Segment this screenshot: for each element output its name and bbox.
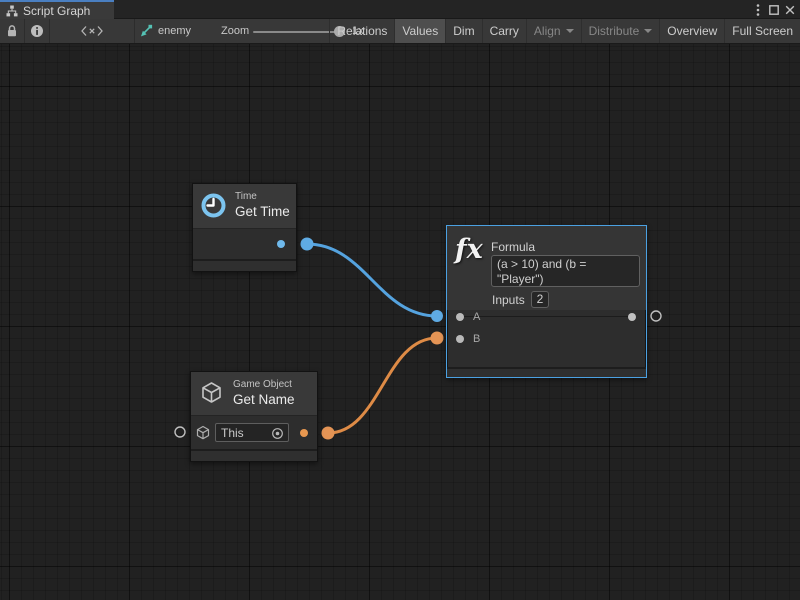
get-time-title: Get Time	[235, 204, 290, 219]
cube-icon	[198, 380, 225, 407]
tab-label: Script Graph	[23, 4, 90, 18]
get-time-output-port[interactable]	[277, 240, 285, 248]
maximize-button[interactable]	[766, 0, 782, 19]
graph-canvas[interactable]: Time Get Time fx Formula (a > 10) and (b…	[0, 44, 800, 600]
get-name-header[interactable]: Game Object Get Name	[191, 372, 317, 416]
formula-port-b-label: B	[473, 333, 480, 345]
lock-icon	[6, 24, 18, 38]
info-icon	[30, 24, 44, 38]
game-object-port-icon[interactable]	[195, 425, 211, 441]
chevron-down-icon	[566, 29, 574, 33]
get-name-title: Get Name	[233, 392, 295, 407]
fullscreen-button-label: Full Screen	[732, 24, 793, 38]
fx-icon: fx	[455, 234, 483, 265]
formula-port-b-dot[interactable]	[456, 335, 464, 343]
connection-start-dot-blue[interactable]	[301, 238, 314, 251]
values-button[interactable]: Values	[394, 19, 445, 43]
formula-relation-line	[460, 316, 633, 317]
formula-expression-field[interactable]: (a > 10) and (b = "Player")	[491, 255, 640, 287]
relations-button-label: Relations	[337, 24, 387, 38]
connections-layer	[0, 44, 800, 600]
dim-button-label: Dim	[453, 24, 474, 38]
formula-inputs-count-field[interactable]: 2	[531, 291, 549, 308]
graph-toolbar: enemy Zoom 1x Relations Values Dim Carry…	[0, 19, 800, 44]
node-formula[interactable]: fx Formula (a > 10) and (b = "Player") I…	[446, 225, 647, 378]
node-get-time[interactable]: Time Get Time	[192, 183, 297, 272]
formula-footer	[447, 367, 646, 377]
align-dropdown-button[interactable]: Align	[526, 19, 581, 43]
target-object-field[interactable]: This	[215, 423, 289, 442]
carry-button[interactable]: Carry	[482, 19, 526, 43]
window-menu-button[interactable]	[750, 0, 766, 19]
code-icon	[80, 25, 104, 37]
target-object-value: This	[221, 425, 244, 441]
kebab-icon	[756, 3, 760, 17]
get-name-footer	[191, 449, 317, 461]
overview-button-label: Overview	[667, 24, 717, 38]
tab-script-graph[interactable]: Script Graph	[0, 0, 114, 19]
zoom-label: Zoom	[221, 25, 249, 37]
graph-name-label: enemy	[158, 25, 191, 37]
get-time-footer	[193, 259, 296, 271]
maximize-icon	[768, 4, 780, 16]
get-name-target-external-port[interactable]	[175, 427, 185, 437]
distribute-button-label: Distribute	[589, 24, 640, 38]
graph-hierarchy-icon	[6, 5, 18, 17]
connection-start-dot-orange[interactable]	[322, 427, 335, 440]
get-time-category: Time	[235, 191, 257, 202]
lock-button[interactable]	[0, 19, 24, 43]
object-picker-icon[interactable]	[271, 427, 284, 440]
formula-port-a-dot[interactable]	[456, 313, 464, 321]
clock-icon	[200, 192, 227, 219]
carry-button-label: Carry	[490, 24, 519, 38]
graph-breadcrumb[interactable]: enemy	[139, 19, 191, 43]
formula-title: Formula	[491, 240, 535, 254]
tab-bar: Script Graph	[0, 0, 800, 19]
get-time-header[interactable]: Time Get Time	[193, 184, 296, 229]
chevron-down-icon	[644, 29, 652, 33]
close-icon	[784, 4, 796, 16]
distribute-dropdown-button[interactable]: Distribute	[581, 19, 660, 43]
toolbar-buttons: Relations Values Dim Carry Align Distrib…	[329, 19, 800, 43]
formula-output-port-dot[interactable]	[628, 313, 636, 321]
formula-output-external-port[interactable]	[651, 311, 661, 321]
zoom-slider-track[interactable]	[253, 31, 340, 33]
values-button-label: Values	[402, 24, 438, 38]
relations-button[interactable]: Relations	[329, 19, 394, 43]
connection-get-time-to-formula-a[interactable]	[307, 244, 437, 316]
code-view-button[interactable]	[50, 19, 134, 43]
script-graph-window: Script Graph	[0, 0, 800, 600]
get-name-category: Game Object	[233, 379, 292, 390]
connection-end-dot-blue[interactable]	[431, 310, 443, 322]
node-get-name[interactable]: Game Object Get Name This	[190, 371, 318, 462]
info-button[interactable]	[25, 19, 49, 43]
fullscreen-button[interactable]: Full Screen	[724, 19, 800, 43]
connection-end-dot-orange[interactable]	[431, 332, 444, 345]
zoom-label-wrap: Zoom	[221, 19, 249, 43]
dim-button[interactable]: Dim	[445, 19, 481, 43]
formula-port-a-label: A	[473, 311, 480, 323]
window-controls	[750, 0, 798, 19]
overview-button[interactable]: Overview	[659, 19, 724, 43]
connection-get-name-to-formula-b[interactable]	[328, 338, 437, 433]
enemy-graph-icon	[139, 24, 153, 38]
get-name-output-port[interactable]	[300, 429, 308, 437]
align-button-label: Align	[534, 24, 561, 38]
close-button[interactable]	[782, 0, 798, 19]
formula-inputs-label: Inputs	[492, 292, 525, 308]
